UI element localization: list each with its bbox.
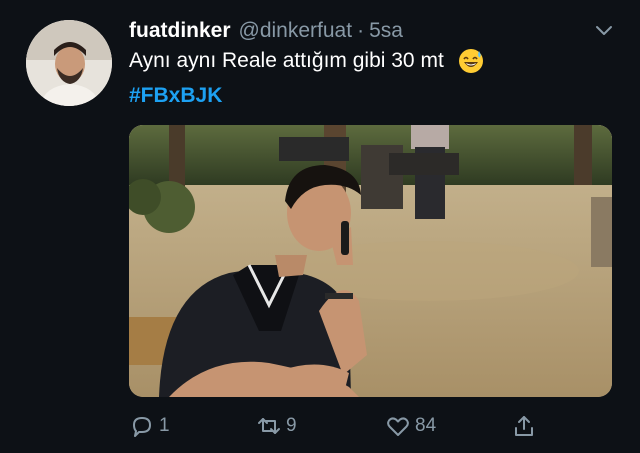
tweet-image[interactable]	[129, 125, 612, 397]
heart-icon	[387, 417, 409, 436]
display-name[interactable]: fuatdinker	[129, 19, 231, 43]
retweet-count: 9	[286, 415, 297, 436]
like-button[interactable]: 84	[385, 408, 436, 444]
avatar-photo	[26, 20, 112, 106]
retweet-button[interactable]: 9	[256, 408, 297, 444]
grinning-sweat-emoji-icon	[458, 49, 483, 73]
avatar[interactable]	[26, 20, 112, 106]
reply-button[interactable]: 1	[129, 408, 170, 444]
tweet[interactable]: fuatdinker @dinkerfuat · 5sa Aynı aynı R…	[0, 0, 640, 453]
tweet-text-content: Aynı aynı Reale attığım gibi 30 mt	[129, 49, 444, 72]
action-bar: 1 9 84	[129, 408, 559, 444]
photo-park-boy-on-phone	[129, 125, 612, 397]
retweet-icon	[258, 418, 280, 434]
separator-dot: ·	[357, 19, 365, 42]
like-count: 84	[415, 415, 437, 436]
tweet-text: Aynı aynı Reale attığım gibi 30 mt	[129, 48, 484, 74]
reply-count: 1	[159, 415, 170, 436]
hashtag-link[interactable]: #FBxBJK	[129, 84, 222, 108]
share-button[interactable]	[511, 408, 537, 444]
share-icon	[515, 416, 533, 436]
reply-icon	[133, 417, 151, 437]
chevron-down-icon[interactable]	[592, 18, 616, 42]
tweet-header: fuatdinker @dinkerfuat · 5sa	[129, 14, 620, 48]
timestamp[interactable]: 5sa	[369, 19, 403, 43]
user-handle[interactable]: @dinkerfuat	[239, 19, 353, 43]
